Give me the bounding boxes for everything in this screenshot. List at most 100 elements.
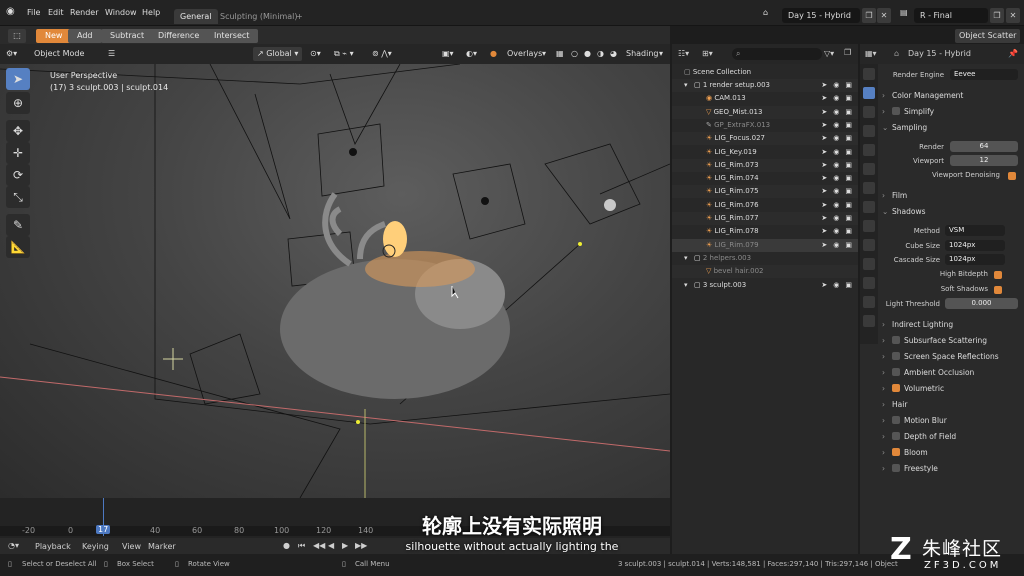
object-row[interactable]: ▽ bevel hair.002 — [672, 265, 858, 279]
expand-arrow-icon[interactable]: ▾ — [684, 279, 694, 292]
camera-render-icon[interactable]: ▣ — [845, 134, 852, 142]
camera-render-icon[interactable]: ▣ — [845, 187, 852, 195]
physics-icon[interactable] — [863, 258, 875, 270]
eye-icon[interactable]: ◉ — [833, 108, 839, 116]
render-icon[interactable] — [863, 87, 875, 99]
render-engine-select[interactable]: Eevee — [950, 69, 1018, 80]
eye-icon[interactable]: ◉ — [833, 94, 839, 102]
section-screen-space-reflections[interactable]: › Screen Space Reflections — [882, 350, 1020, 364]
method-select[interactable]: VSM — [945, 225, 1005, 236]
expand-arrow-icon[interactable]: ▾ — [684, 252, 694, 265]
camera-render-icon[interactable]: ▣ — [845, 94, 852, 102]
select-tool-icon[interactable]: ➤ — [6, 68, 30, 90]
shading-rendered-icon[interactable]: ◕ — [610, 47, 617, 61]
view-layer-icon[interactable] — [863, 125, 875, 137]
camera-render-icon[interactable]: ▣ — [845, 241, 852, 249]
new-view-layer-icon[interactable]: ❐ — [990, 8, 1004, 23]
section-shadows[interactable]: ⌄ Shadows — [882, 205, 1020, 219]
gizmo-icon[interactable]: ◐▾ — [466, 47, 477, 61]
delete-scene-icon[interactable]: ✕ — [877, 8, 891, 23]
eye-icon[interactable]: ◉ — [833, 201, 839, 209]
menu-file[interactable]: File — [27, 8, 40, 17]
soft-shadows-checkbox[interactable] — [994, 286, 1002, 294]
mode-difference-button[interactable]: Difference — [149, 29, 209, 43]
shading-solid-icon[interactable]: ● — [584, 47, 591, 61]
object-row[interactable]: ◉ CAM.013 ➤ ◉ ▣ — [672, 92, 858, 105]
section-checkbox[interactable] — [892, 432, 900, 440]
rotate-tool-icon[interactable]: ⟳ — [6, 164, 30, 186]
viewport-denoising-checkbox[interactable] — [1008, 172, 1016, 180]
scale-tool-icon[interactable]: ⤡ — [6, 186, 30, 208]
cube-size-select[interactable]: 1024px — [945, 240, 1005, 251]
camera-render-icon[interactable]: ▣ — [845, 121, 852, 129]
camera-render-icon[interactable]: ▣ — [845, 174, 852, 182]
camera-render-icon[interactable]: ▣ — [845, 81, 852, 89]
material-icon[interactable] — [863, 315, 875, 327]
cascade-size-select[interactable]: 1024px — [945, 254, 1005, 265]
object-scatter-selector[interactable]: Object Scatter — [955, 29, 1021, 43]
annotate-tool-icon[interactable]: ✎ — [6, 214, 30, 236]
pivot-icon[interactable]: ⊙▾ — [310, 47, 321, 61]
eye-icon[interactable]: ◉ — [833, 241, 839, 249]
render-samples-field[interactable]: 64 — [950, 141, 1018, 152]
overlays-dropdown[interactable]: Overlays — [507, 47, 542, 61]
properties-editor-icon[interactable]: ▦▾ — [865, 49, 877, 58]
expand-arrow-icon[interactable]: ▾ — [684, 79, 694, 92]
section-depth-of-field[interactable]: › Depth of Field — [882, 430, 1020, 444]
eye-icon[interactable]: ◉ — [833, 281, 839, 289]
section-color-management[interactable]: › Color Management — [882, 89, 1020, 103]
select-toggle-icon[interactable]: ➤ — [821, 201, 827, 209]
add-workspace-button[interactable]: + — [290, 9, 309, 24]
snap-icon[interactable]: ⧉ ⌁ ▾ — [334, 47, 354, 61]
mode-subtract-button[interactable]: Subtract — [101, 29, 154, 43]
section-checkbox[interactable] — [892, 352, 900, 360]
select-toggle-icon[interactable]: ➤ — [821, 108, 827, 116]
collection-icon[interactable] — [863, 182, 875, 194]
move-tool-icon[interactable]: ✛ — [6, 142, 30, 164]
object-row[interactable]: ☀ LIG_Rim.078 ➤ ◉ ▣ — [672, 225, 858, 238]
world-icon[interactable] — [863, 163, 875, 175]
select-toggle-icon[interactable]: ➤ — [821, 148, 827, 156]
select-toggle-icon[interactable]: ➤ — [821, 121, 827, 129]
modifier-icon[interactable] — [863, 220, 875, 232]
section-simplify[interactable]: › Simplify — [882, 105, 1020, 119]
editor-type-icon[interactable]: ⚙▾ — [6, 47, 17, 61]
section-freestyle[interactable]: › Freestyle — [882, 462, 1020, 476]
scene-collection-row[interactable]: ▢ Scene Collection — [672, 66, 858, 79]
particles-icon[interactable] — [863, 239, 875, 251]
eye-icon[interactable]: ◉ — [833, 214, 839, 222]
measure-tool-icon[interactable]: 📐 — [6, 236, 30, 258]
object-row[interactable]: ☀ LIG_Rim.076 ➤ ◉ ▣ — [672, 199, 858, 212]
select-toggle-icon[interactable]: ➤ — [821, 227, 827, 235]
object-row[interactable]: ☀ LIG_Rim.079 ➤ ◉ ▣ — [672, 238, 858, 252]
section-bloom[interactable]: › Bloom — [882, 446, 1020, 460]
new-scene-icon[interactable]: ❐ — [862, 8, 876, 23]
object-mode-selector[interactable]: Object Mode — [34, 47, 84, 61]
scene-icon[interactable]: ⌂ — [763, 8, 768, 17]
select-toggle-icon[interactable]: ➤ — [821, 161, 827, 169]
section-volumetric[interactable]: › Volumetric — [882, 382, 1020, 396]
select-toggle-icon[interactable]: ➤ — [821, 94, 827, 102]
menu-window[interactable]: Window — [105, 8, 137, 17]
collection-row[interactable]: ▾ ▢ 2 helpers.003 — [672, 252, 858, 265]
select-toggle-icon[interactable]: ➤ — [821, 134, 827, 142]
section-hair[interactable]: › Hair — [882, 398, 1020, 412]
camera-render-icon[interactable]: ▣ — [845, 108, 852, 116]
section-film[interactable]: › Film — [882, 189, 1020, 203]
output-icon[interactable] — [863, 106, 875, 118]
viewport-samples-field[interactable]: 12 — [950, 155, 1018, 166]
delete-view-layer-icon[interactable]: ✕ — [1006, 8, 1020, 23]
xray-icon[interactable]: ▦ — [556, 47, 564, 61]
shading-material-icon[interactable]: ◑ — [597, 47, 604, 61]
eye-icon[interactable]: ◉ — [833, 121, 839, 129]
eye-icon[interactable]: ◉ — [833, 227, 839, 235]
pin-icon[interactable]: 📌 — [1008, 49, 1018, 58]
section-checkbox[interactable] — [892, 384, 900, 392]
light-threshold-field[interactable]: 0.000 — [945, 298, 1018, 309]
section-checkbox[interactable] — [892, 368, 900, 376]
object-row[interactable]: ✎ GP_ExtraFX.013 ➤ ◉ ▣ — [672, 119, 858, 132]
section-checkbox[interactable] — [892, 336, 900, 344]
scene-selector[interactable]: Day 15 - Hybrid — [782, 8, 860, 23]
shading-dropdown[interactable]: Shading — [626, 47, 659, 61]
high-bitdepth-checkbox[interactable] — [994, 271, 1002, 279]
